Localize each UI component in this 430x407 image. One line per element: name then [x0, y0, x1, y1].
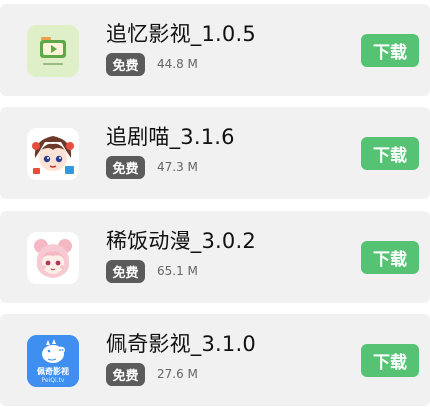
- app-card[interactable]: 佩奇影视 PeiQi.tv 佩奇影视_3.1.0 免费 27.6 M 下载: [0, 314, 430, 406]
- file-size: 27.6 M: [157, 367, 198, 381]
- pink-hair-girl-icon: [27, 232, 79, 284]
- icon-label: 佩奇影视: [37, 367, 69, 376]
- free-badge: 免费: [106, 53, 145, 76]
- file-size: 47.3 M: [157, 160, 198, 174]
- download-button[interactable]: 下载: [361, 344, 419, 377]
- download-button[interactable]: 下载: [361, 34, 419, 67]
- app-card[interactable]: 追剧喵_3.1.6 免费 47.3 M 下载: [0, 107, 430, 199]
- download-button[interactable]: 下载: [361, 241, 419, 274]
- app-name: 追剧喵_3.1.6: [106, 125, 235, 149]
- free-badge: 免费: [106, 260, 145, 283]
- file-size: 65.1 M: [157, 264, 198, 278]
- app-card[interactable]: 追忆影视_1.0.5 免费 44.8 M 下载: [0, 4, 430, 96]
- free-badge: 免费: [106, 156, 145, 179]
- app-name: 佩奇影视_3.1.0: [106, 332, 256, 356]
- anime-girl-avatar-icon: [27, 128, 79, 180]
- download-button[interactable]: 下载: [361, 137, 419, 170]
- app-name: 稀饭动漫_3.0.2: [106, 229, 256, 253]
- free-badge: 免费: [106, 363, 145, 386]
- icon-sublabel: PeiQi.tv: [41, 377, 65, 384]
- app-list: 追忆影视_1.0.5 免费 44.8 M 下载 追剧喵_3.1.6 免费 47.…: [0, 0, 430, 407]
- app-card[interactable]: 稀饭动漫_3.0.2 免费 65.1 M 下载: [0, 211, 430, 303]
- file-size: 44.8 M: [157, 57, 198, 71]
- app-name: 追忆影视_1.0.5: [106, 22, 256, 46]
- video-player-icon: [27, 25, 79, 77]
- peppa-pig-icon: 佩奇影视 PeiQi.tv: [27, 335, 79, 387]
